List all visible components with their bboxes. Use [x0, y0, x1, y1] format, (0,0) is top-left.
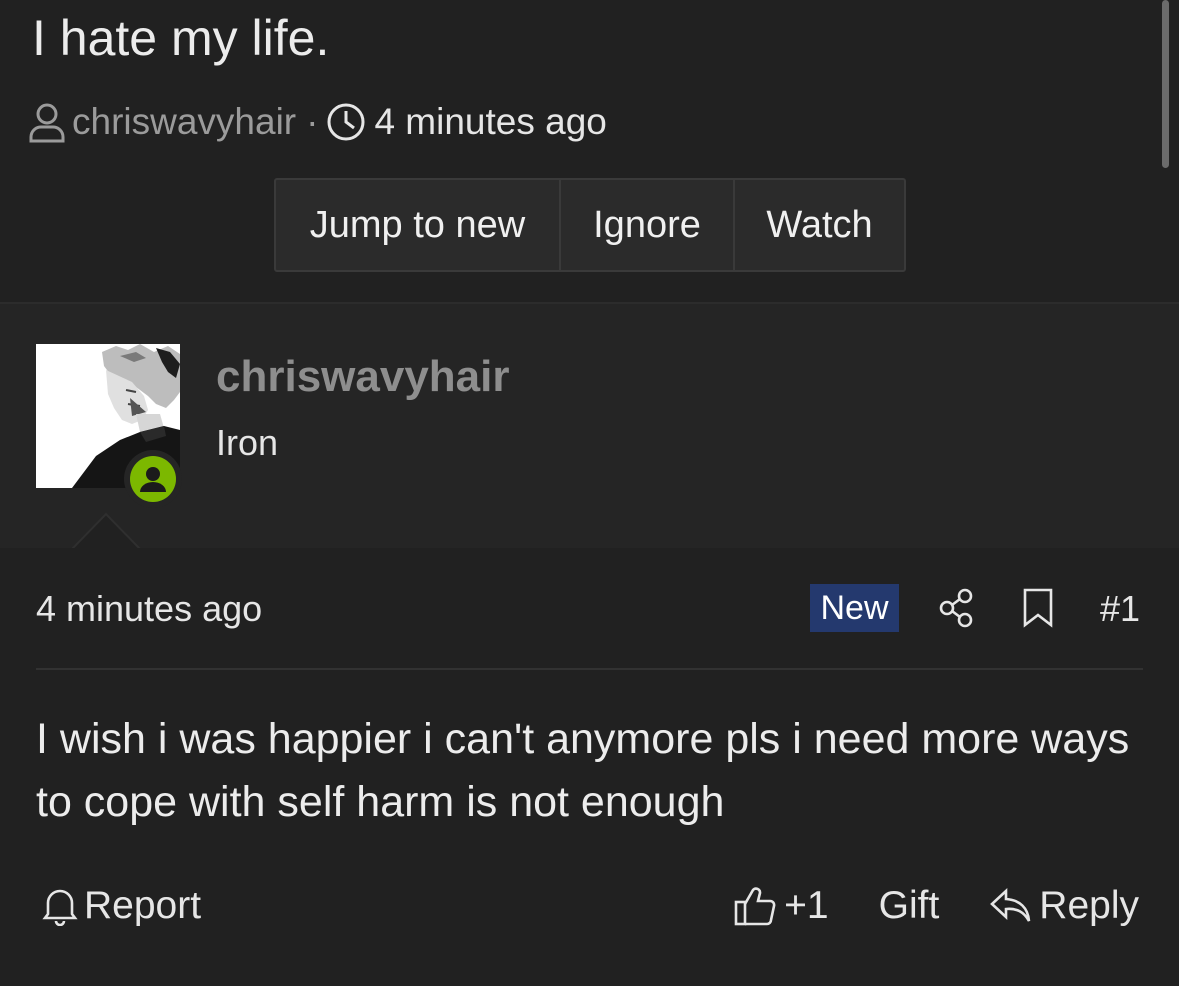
meta-separator: · [306, 101, 319, 142]
ignore-button[interactable]: Ignore [559, 180, 733, 270]
bookmark-icon[interactable] [1023, 588, 1053, 633]
reply-label: Reply [1039, 884, 1139, 927]
reply-icon [989, 887, 1039, 925]
scrollbar[interactable] [1162, 0, 1169, 168]
thread-title: I hate my life. [32, 10, 330, 66]
post-pointer-arrow [72, 512, 142, 550]
new-badge: New [810, 584, 899, 632]
reply-button[interactable]: Reply [989, 884, 1139, 928]
like-count: +1 [784, 884, 829, 927]
user-icon [28, 101, 66, 143]
post-message: I wish i was happier i can't anymore pls… [36, 715, 1130, 826]
user-title: Iron [216, 422, 279, 463]
thread-meta: chriswavyhair · 4 minutes ago [28, 100, 607, 144]
clock-icon [326, 102, 366, 142]
report-label: Report [84, 884, 202, 927]
like-button[interactable]: +1 [734, 884, 829, 928]
post-number-link[interactable]: #1 [1100, 588, 1140, 630]
post-body: 4 minutes ago New #1 I wish i was happie… [0, 548, 1179, 986]
share-icon[interactable] [938, 588, 976, 633]
bell-icon [42, 886, 84, 926]
report-button[interactable]: Report [42, 884, 201, 928]
jump-to-new-button[interactable]: Jump to new [276, 180, 559, 270]
thread-author-link[interactable]: chriswavyhair [72, 101, 296, 143]
post-actions: +1 Gift Reply [734, 884, 1139, 928]
thumbs-up-icon [734, 885, 784, 927]
post-date[interactable]: 4 minutes ago [36, 588, 262, 630]
watch-button[interactable]: Watch [733, 180, 904, 270]
thread-time[interactable]: 4 minutes ago [374, 101, 606, 143]
page: I hate my life. chriswavyhair · 4 minute… [0, 0, 1179, 986]
online-status-badge [124, 450, 182, 508]
thread-actions: Jump to new Ignore Watch [274, 178, 906, 272]
post-user-block: chriswavyhair Iron [0, 302, 1179, 548]
post-username-link[interactable]: chriswavyhair [216, 352, 510, 402]
gift-button[interactable]: Gift [879, 884, 940, 928]
divider [36, 668, 1143, 670]
